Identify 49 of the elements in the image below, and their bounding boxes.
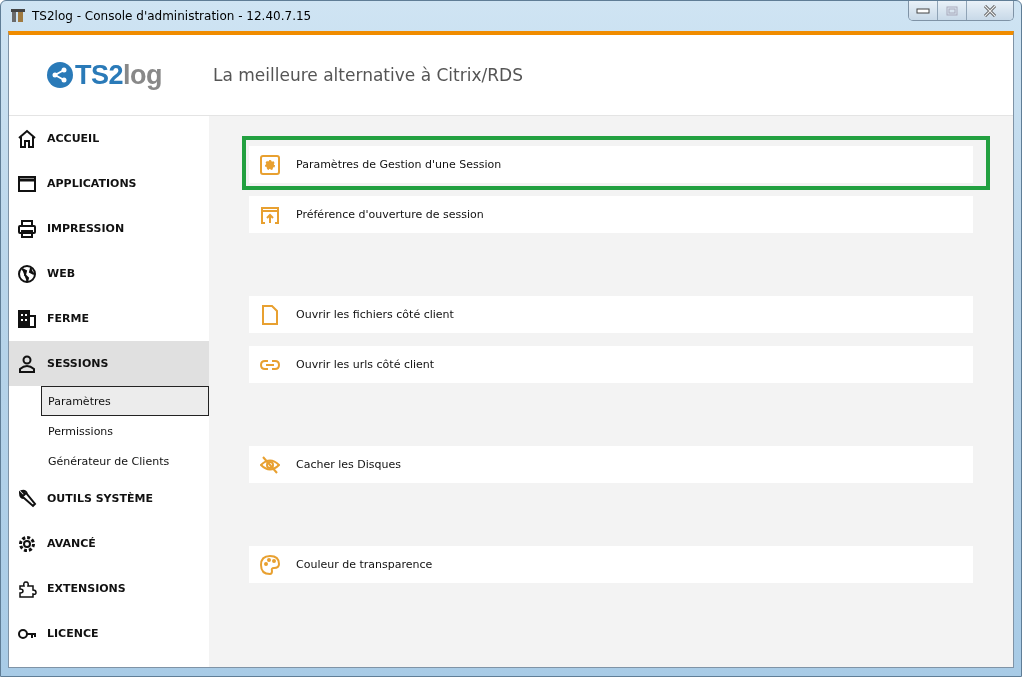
- maximize-icon: [946, 5, 958, 16]
- person-icon: [17, 353, 37, 374]
- nav-item[interactable]: AVANCÉ: [9, 521, 209, 566]
- file-icon: [260, 304, 280, 325]
- option-row[interactable]: Ouvrir les fichiers côté client: [249, 296, 973, 333]
- printer-icon: [17, 218, 37, 239]
- palette-icon: [260, 554, 280, 575]
- gear-square-icon: [260, 154, 280, 175]
- nav-item[interactable]: SESSIONS: [9, 341, 209, 386]
- minimize-icon: [916, 7, 930, 14]
- close-button[interactable]: [967, 1, 1013, 20]
- puzzle-icon: [17, 578, 37, 599]
- option-label: Paramètres de Gestion d'une Session: [296, 158, 502, 171]
- nav-item[interactable]: OUTILS SYSTÈME: [9, 476, 209, 521]
- option-label: Ouvrir les fichiers côté client: [296, 308, 454, 321]
- tools-icon: [10, 8, 26, 24]
- share-icon: [47, 62, 73, 88]
- submenu-item[interactable]: Générateur de Clients: [41, 446, 209, 476]
- nav-item[interactable]: APPLICATIONS: [9, 161, 209, 206]
- logo-text: TS2log: [75, 59, 163, 91]
- globe-icon: [17, 263, 37, 284]
- nav-item[interactable]: EXTENSIONS: [9, 566, 209, 611]
- eye-off-icon: [260, 454, 280, 475]
- building-icon: [17, 308, 37, 329]
- submenu-item[interactable]: Paramètres: [41, 386, 209, 416]
- gear-icon: [17, 533, 37, 554]
- option-label: Ouvrir les urls côté client: [296, 358, 435, 371]
- option-row[interactable]: Préférence d'ouverture de session: [249, 196, 973, 233]
- close-icon: [983, 4, 997, 17]
- home-icon: [17, 128, 37, 149]
- window-icon: [17, 173, 37, 194]
- submenu-item[interactable]: Permissions: [41, 416, 209, 446]
- option-label: Cacher les Disques: [296, 458, 401, 471]
- nav-item[interactable]: WEB: [9, 251, 209, 296]
- tagline: La meilleure alternative à Citrix/RDS: [213, 65, 523, 85]
- nav-item[interactable]: LICENCE: [9, 611, 209, 656]
- option-row[interactable]: Ouvrir les urls côté client: [249, 346, 973, 383]
- option-row[interactable]: Cacher les Disques: [249, 446, 973, 483]
- upload-window-icon: [260, 204, 280, 225]
- nav-item[interactable]: ACCUEIL: [9, 116, 209, 161]
- option-row[interactable]: Paramètres de Gestion d'une Session: [249, 146, 973, 183]
- minimize-button[interactable]: [909, 1, 938, 20]
- option-row[interactable]: Couleur de transparence: [249, 546, 973, 583]
- option-label: Préférence d'ouverture de session: [296, 208, 484, 221]
- option-label: Couleur de transparence: [296, 558, 433, 571]
- nav-item[interactable]: FERME: [9, 296, 209, 341]
- nav-item[interactable]: IMPRESSION: [9, 206, 209, 251]
- window-title: TS2log - Console d'administration - 12.40.7.15: [32, 9, 312, 23]
- maximize-button[interactable]: [938, 1, 967, 20]
